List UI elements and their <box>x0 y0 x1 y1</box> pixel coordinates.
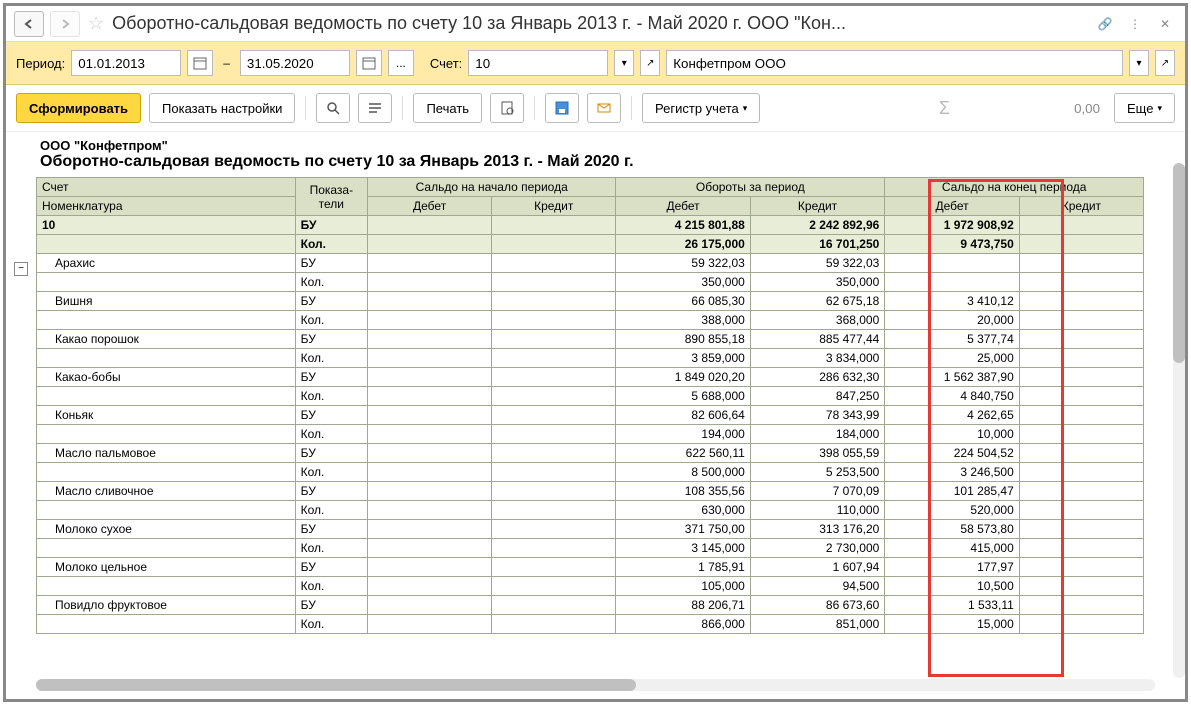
more-button[interactable]: Еще ▾ <box>1114 93 1175 123</box>
kebab-menu-icon[interactable]: ⋮ <box>1123 12 1147 36</box>
show-settings-button[interactable]: Показать настройки <box>149 93 295 123</box>
table-row[interactable]: КоньякБУ82 606,6478 343,994 262,65 <box>37 406 1144 425</box>
org-dropdown-button[interactable]: ▾ <box>1129 50 1149 76</box>
dash-separator: – <box>219 56 234 70</box>
col-open-debit: Дебет <box>368 197 492 216</box>
table-row[interactable]: Какао порошокБУ890 855,18885 477,445 377… <box>37 330 1144 349</box>
register-button[interactable]: Регистр учета ▾ <box>642 93 760 123</box>
expand-all-button[interactable] <box>358 93 392 123</box>
col-account: Счет <box>37 178 296 197</box>
table-row[interactable]: Кол.350,000350,000 <box>37 273 1144 292</box>
account-input[interactable] <box>468 50 608 76</box>
account-dropdown-button[interactable]: ▾ <box>614 50 634 76</box>
table-row[interactable]: Повидло фруктовоеБУ88 206,7186 673,601 5… <box>37 596 1144 615</box>
table-row[interactable]: Масло сливочноеБУ108 355,567 070,09101 2… <box>37 482 1144 501</box>
sum-icon: Σ <box>931 98 958 119</box>
titlebar: ☆ Оборотно-сальдовая ведомость по счету … <box>6 6 1185 42</box>
close-icon[interactable]: ✕ <box>1153 12 1177 36</box>
table-row[interactable]: Кол.5 688,000847,2504 840,750 <box>37 387 1144 406</box>
h-scrollbar[interactable] <box>36 679 1155 691</box>
table-row[interactable]: ВишняБУ66 085,3062 675,183 410,12 <box>37 292 1144 311</box>
v-scrollbar[interactable] <box>1173 163 1185 678</box>
filter-bar: Период: – ... Счет: ▾ ↗ ▾ ↗ <box>6 42 1185 85</box>
report-area: ООО "Конфетпром" Оборотно-сальдовая ведо… <box>6 132 1185 699</box>
table-row[interactable]: 10БУ4 215 801,882 242 892,961 972 908,92 <box>37 216 1144 235</box>
col-turn: Обороты за период <box>616 178 885 197</box>
date-from-input[interactable] <box>71 50 181 76</box>
table-row[interactable]: Кол.194,000184,00010,000 <box>37 425 1144 444</box>
calendar-from-icon[interactable] <box>187 50 213 76</box>
report-org: ООО "Конфетпром" <box>40 138 1177 153</box>
find-button[interactable] <box>316 93 350 123</box>
link-icon[interactable]: 🔗 <box>1093 12 1117 36</box>
col-indicator: Показа-тели <box>295 178 367 216</box>
table-row[interactable]: Кол.388,000368,00020,000 <box>37 311 1144 330</box>
report-title: Оборотно-сальдовая ведомость по счету 10… <box>40 153 1177 171</box>
print-preview-button[interactable] <box>490 93 524 123</box>
generate-button[interactable]: Сформировать <box>16 93 141 123</box>
email-button[interactable] <box>587 93 621 123</box>
toolbar: Сформировать Показать настройки Печать Р… <box>6 85 1185 132</box>
report-table: Счет Показа-тели Сальдо на начало период… <box>36 177 1144 634</box>
favorite-star-icon[interactable]: ☆ <box>86 13 106 34</box>
forward-button[interactable] <box>50 11 80 37</box>
table-row[interactable]: Кол.3 145,0002 730,000415,000 <box>37 539 1144 558</box>
col-close-debit: Дебет <box>885 197 1019 216</box>
org-open-button[interactable]: ↗ <box>1155 50 1175 76</box>
col-turn-debit: Дебет <box>616 197 750 216</box>
window-title: Оборотно-сальдовая ведомость по счету 10… <box>112 13 1087 34</box>
back-button[interactable] <box>14 11 44 37</box>
save-button[interactable] <box>545 93 579 123</box>
table-row[interactable]: Кол.3 859,0003 834,00025,000 <box>37 349 1144 368</box>
col-nomenclature: Номенклатура <box>37 197 296 216</box>
table-row[interactable]: Масло пальмовоеБУ622 560,11398 055,59224… <box>37 444 1144 463</box>
table-row[interactable]: Молоко сухоеБУ371 750,00313 176,2058 573… <box>37 520 1144 539</box>
table-row[interactable]: Кол.8 500,0005 253,5003 246,500 <box>37 463 1144 482</box>
print-button[interactable]: Печать <box>413 93 482 123</box>
period-label: Период: <box>16 56 65 71</box>
date-to-input[interactable] <box>240 50 350 76</box>
organization-input[interactable] <box>666 50 1123 76</box>
collapse-toggle[interactable]: − <box>14 262 28 276</box>
period-selector-button[interactable]: ... <box>388 50 414 76</box>
table-row[interactable]: АрахисБУ59 322,0359 322,03 <box>37 254 1144 273</box>
account-label: Счет: <box>430 56 462 71</box>
table-row[interactable]: Молоко цельноеБУ1 785,911 607,94177,97 <box>37 558 1144 577</box>
col-turn-credit: Кредит <box>750 197 884 216</box>
table-row[interactable]: Кол.630,000110,000520,000 <box>37 501 1144 520</box>
table-row[interactable]: Кол.105,00094,50010,500 <box>37 577 1144 596</box>
table-row[interactable]: Какао-бобыБУ1 849 020,20286 632,301 562 … <box>37 368 1144 387</box>
col-open-credit: Кредит <box>492 197 616 216</box>
col-close-credit: Кредит <box>1019 197 1143 216</box>
col-open: Сальдо на начало периода <box>368 178 616 197</box>
col-close: Сальдо на конец периода <box>885 178 1144 197</box>
sum-value[interactable] <box>966 94 1106 122</box>
account-open-button[interactable]: ↗ <box>640 50 660 76</box>
table-row[interactable]: Кол.26 175,00016 701,2509 473,750 <box>37 235 1144 254</box>
calendar-to-icon[interactable] <box>356 50 382 76</box>
table-row[interactable]: Кол.866,000851,00015,000 <box>37 615 1144 634</box>
